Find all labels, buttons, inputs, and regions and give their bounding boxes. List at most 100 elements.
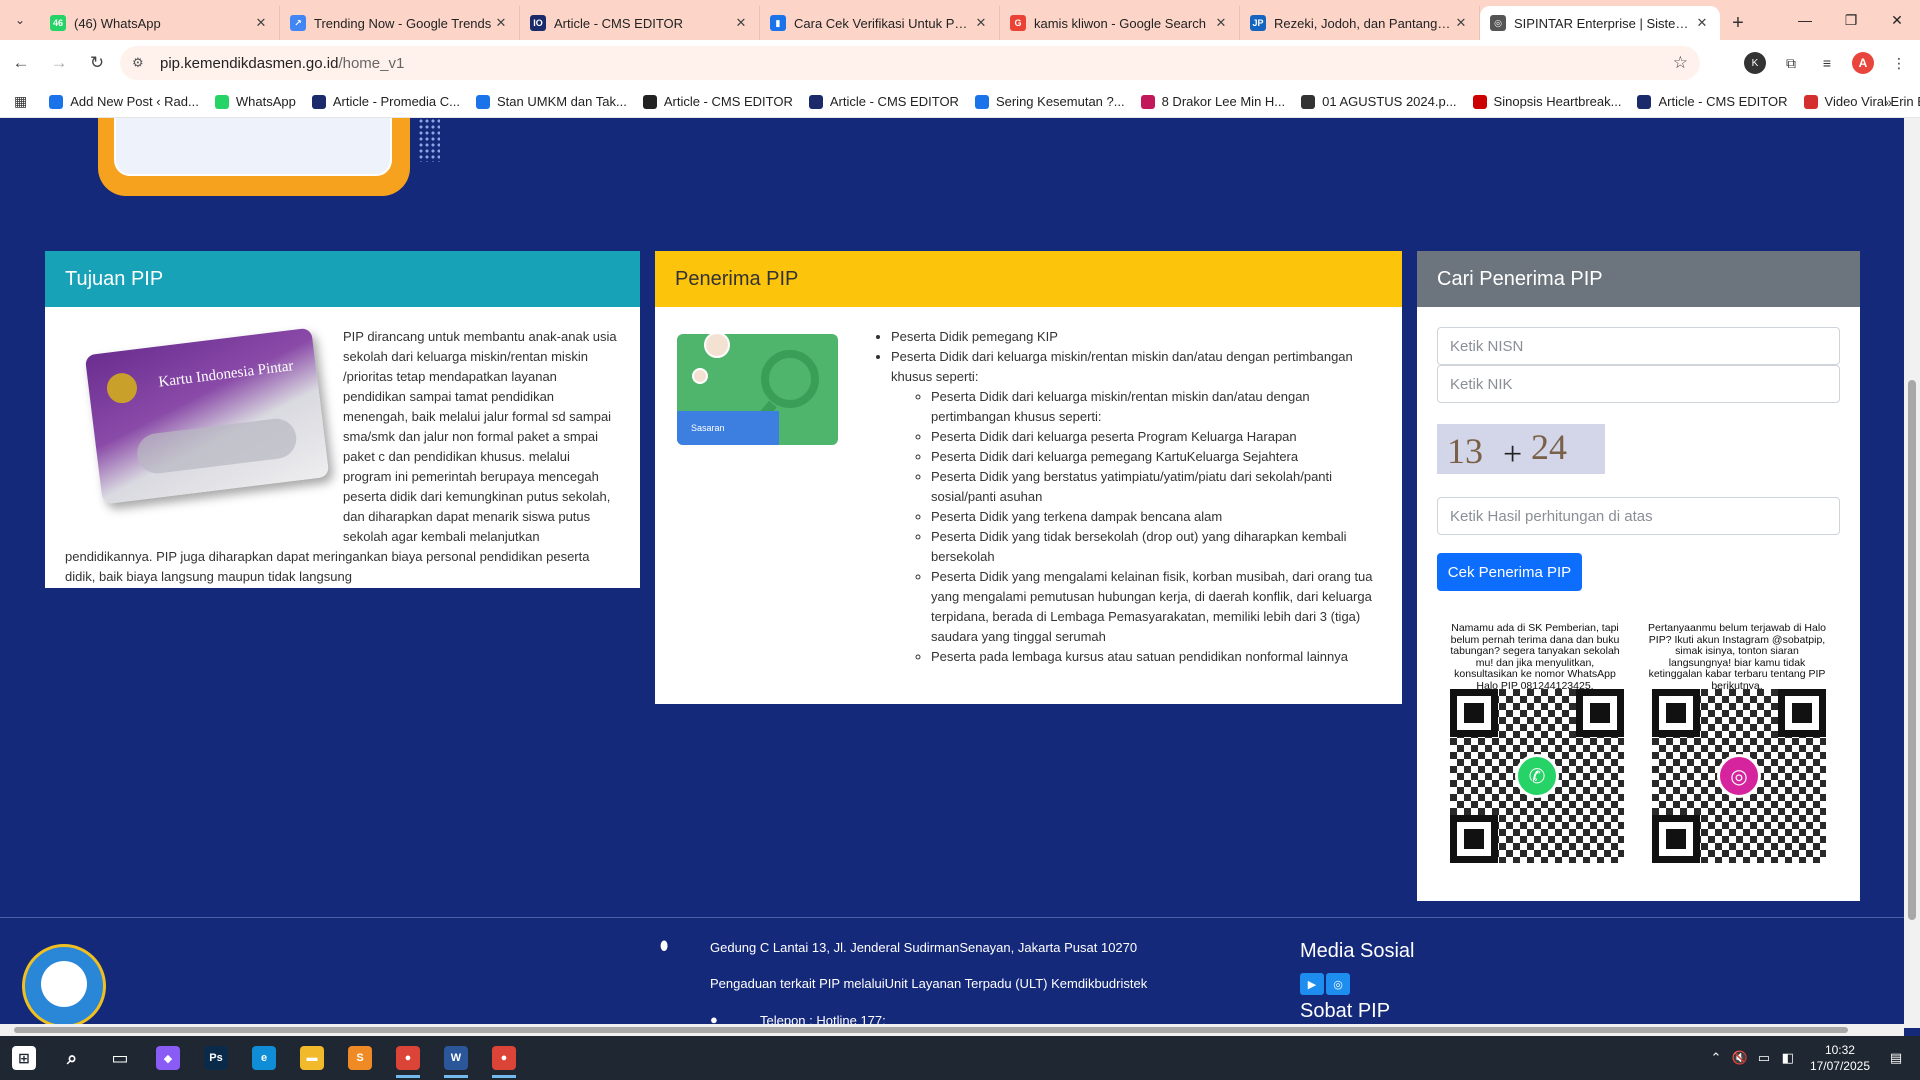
tab-close-icon[interactable]: ✕ [253, 15, 269, 31]
bookmarks-overflow-icon[interactable]: » [1884, 94, 1892, 110]
tab-close-icon[interactable]: ✕ [493, 15, 509, 31]
taskbar-explorer-icon[interactable]: ▬ [288, 1036, 336, 1080]
cari-penerima-title: Cari Penerima PIP [1417, 251, 1860, 307]
penerima-list: Peserta Didik pemegang KIP Peserta Didik… [873, 327, 1373, 667]
browser-tab[interactable]: JP Rezeki, Jodoh, dan Pantangan W ✕ [1240, 6, 1480, 40]
browser-tab[interactable]: ↗ Trending Now - Google Trends ✕ [280, 6, 520, 40]
toolbar-icons: K ⧉ ≡ A ⋮ [1744, 46, 1910, 80]
tab-close-icon[interactable]: ✕ [1213, 15, 1229, 31]
reload-icon[interactable]: ↻ [80, 46, 114, 80]
address-bar[interactable]: ⚙ pip.kemendikdasmen.go.id/home_v1 ☆ [120, 46, 1700, 80]
taskbar-chrome-icon[interactable]: ● [384, 1036, 432, 1080]
instagram-social-icon[interactable]: ◎ [1326, 973, 1350, 995]
edge-icon: e [252, 1046, 276, 1070]
youtube-icon[interactable]: ▶ [1300, 973, 1324, 995]
captcha-image: 13 + 24 [1437, 424, 1605, 474]
url-path: /home_v1 [338, 54, 405, 72]
sublist-item: Peserta Didik dari keluarga miskin/renta… [931, 387, 1373, 427]
taskbar-edge-icon[interactable]: e [240, 1036, 288, 1080]
taskbar-copilot-icon[interactable]: ◆ [144, 1036, 192, 1080]
browser-tab[interactable]: 46 (46) WhatsApp ✕ [40, 6, 280, 40]
bookmark-item[interactable]: Video Viral Erin Bug... [1803, 94, 1920, 109]
security-icon[interactable]: ◧ [1776, 1050, 1800, 1066]
bookmark-item[interactable]: 01 AGUSTUS 2024.p... [1301, 94, 1457, 109]
word-icon: W [444, 1046, 468, 1070]
bookmark-label: Video Viral Erin Bug... [1824, 94, 1920, 109]
taskbar-chrome-2-icon[interactable]: ● [480, 1036, 528, 1080]
bookmark-item[interactable]: Sinopsis Heartbreak... [1472, 94, 1621, 109]
search-icon: ⌕ [66, 1047, 78, 1068]
bookmark-favicon-icon [1301, 94, 1316, 109]
taskbar-search-icon[interactable]: ⌕ [48, 1036, 96, 1080]
profile-avatar[interactable]: A [1852, 52, 1874, 74]
apps-grid-icon[interactable]: ▦ [14, 93, 27, 110]
bookmark-item[interactable]: 8 Drakor Lee Min H... [1140, 94, 1285, 109]
taskbar-word-icon[interactable]: W [432, 1036, 480, 1080]
vertical-scrollbar[interactable] [1904, 118, 1920, 1028]
list-item: Peserta Didik dari keluarga miskin/renta… [891, 347, 1373, 667]
nisn-input[interactable] [1437, 327, 1840, 365]
tab-title: Trending Now - Google Trends [314, 15, 492, 31]
cari-penerima-card: Cari Penerima PIP 13 + 24 Cek Penerima P… [1417, 251, 1860, 901]
bookmark-label: 01 AGUSTUS 2024.p... [1322, 94, 1457, 109]
taskbar-sublime-icon[interactable]: S [336, 1036, 384, 1080]
bookmark-item[interactable]: Add New Post ‹ Rad... [49, 94, 199, 109]
tab-close-icon[interactable]: ✕ [973, 15, 989, 31]
bookmark-label: Article - CMS EDITOR [663, 94, 793, 109]
bookmark-item[interactable]: Article - Promedia C... [311, 94, 460, 109]
tab-favicon-icon: JP [1250, 15, 1266, 31]
instagram-qr-code[interactable]: ◎ [1652, 689, 1826, 863]
horizontal-scrollbar[interactable] [0, 1024, 1904, 1036]
tab-strip: 46 (46) WhatsApp ✕ ↗ Trending Now - Google T… [40, 0, 1720, 40]
close-window-icon[interactable]: ✕ [1874, 0, 1920, 40]
penerima-pip-card: Penerima PIP Sasaran Peserta Didik pemeg… [655, 251, 1402, 704]
bookmark-item[interactable]: Article - CMS EDITOR [808, 94, 959, 109]
restore-icon[interactable]: ❐ [1828, 0, 1874, 40]
taskbar-task-view-icon[interactable]: ▭ [96, 1036, 144, 1080]
new-tab-button[interactable]: + [1720, 6, 1756, 40]
taskbar-clock[interactable]: 10:32 17/07/2025 [1810, 1042, 1870, 1074]
nik-input[interactable] [1437, 365, 1840, 403]
bookmark-item[interactable]: WhatsApp [214, 94, 296, 109]
sasaran-caption: Sasaran [677, 411, 779, 445]
site-info-icon[interactable]: ⚙ [132, 55, 152, 71]
browser-tab[interactable]: ▮ Cara Cek Verifikasi Untuk Penca ✕ [760, 6, 1000, 40]
tab-favicon-icon: G [1010, 15, 1026, 31]
whatsapp-qr-code[interactable]: ✆ [1450, 689, 1624, 863]
forward-icon[interactable]: → [42, 46, 76, 80]
tab-favicon-icon: IO [530, 15, 546, 31]
browser-tab[interactable]: ◎ SIPINTAR Enterprise | Sistem Inf ✕ [1480, 6, 1720, 40]
bookmark-favicon-icon [1637, 94, 1652, 109]
captcha-answer-input[interactable] [1437, 497, 1840, 535]
browser-tab[interactable]: Gkamis kliwon - Google Search ✕ [1000, 6, 1240, 40]
tab-search-button[interactable]: ⌄ [0, 0, 40, 40]
explorer-icon: ▬ [300, 1046, 324, 1070]
bookmark-item[interactable]: Article - CMS EDITOR [1637, 94, 1788, 109]
kip-card-image: Kartu Indonesia Pintar [65, 327, 333, 525]
browser-tab[interactable]: IO Article - CMS EDITOR ✕ [520, 6, 760, 40]
extension-k-icon[interactable]: K [1744, 52, 1766, 74]
bookmark-item[interactable]: Article - CMS EDITOR [642, 94, 793, 109]
minimize-icon[interactable]: — [1782, 0, 1828, 40]
start-button[interactable]: ⊞ [0, 1036, 48, 1080]
tab-close-icon[interactable]: ✕ [1694, 15, 1710, 31]
cek-penerima-button[interactable]: Cek Penerima PIP [1437, 553, 1582, 591]
taskbar-photoshop-icon[interactable]: Ps [192, 1036, 240, 1080]
bookmark-label: Article - Promedia C... [332, 94, 460, 109]
tray-overflow-icon[interactable]: ⌃ [1704, 1050, 1728, 1066]
network-icon[interactable]: ▭ [1752, 1050, 1776, 1066]
notification-icon[interactable]: ▤ [1884, 1050, 1908, 1066]
tab-close-icon[interactable]: ✕ [1453, 15, 1469, 31]
tab-close-icon[interactable]: ✕ [733, 15, 749, 31]
menu-kebab-icon[interactable]: ⋮ [1888, 52, 1910, 74]
media-control-icon[interactable]: ≡ [1816, 52, 1838, 74]
bookmarks-bar: ▦ Add New Post ‹ Rad... WhatsApp Article -… [0, 86, 1920, 118]
system-tray: ⌃ 🔇 ▭ ◧ 10:32 17/07/2025 ▤ [1704, 1036, 1920, 1080]
extensions-puzzle-icon[interactable]: ⧉ [1780, 52, 1802, 74]
bookmark-item[interactable]: Stan UMKM dan Tak... [476, 94, 627, 109]
back-icon[interactable]: ← [4, 46, 38, 80]
bookmark-item[interactable]: Sering Kesemutan ?... [974, 94, 1125, 109]
bookmark-star-icon[interactable]: ☆ [1673, 53, 1688, 73]
windows-taskbar: ⊞ ⌕ ▭ ◆ Ps e ▬ S ● W ● ⌃ 🔇 ▭ ◧ 10:32 17/07/2025 ▤ [0, 1036, 1920, 1080]
volume-muted-icon[interactable]: 🔇 [1728, 1050, 1752, 1066]
